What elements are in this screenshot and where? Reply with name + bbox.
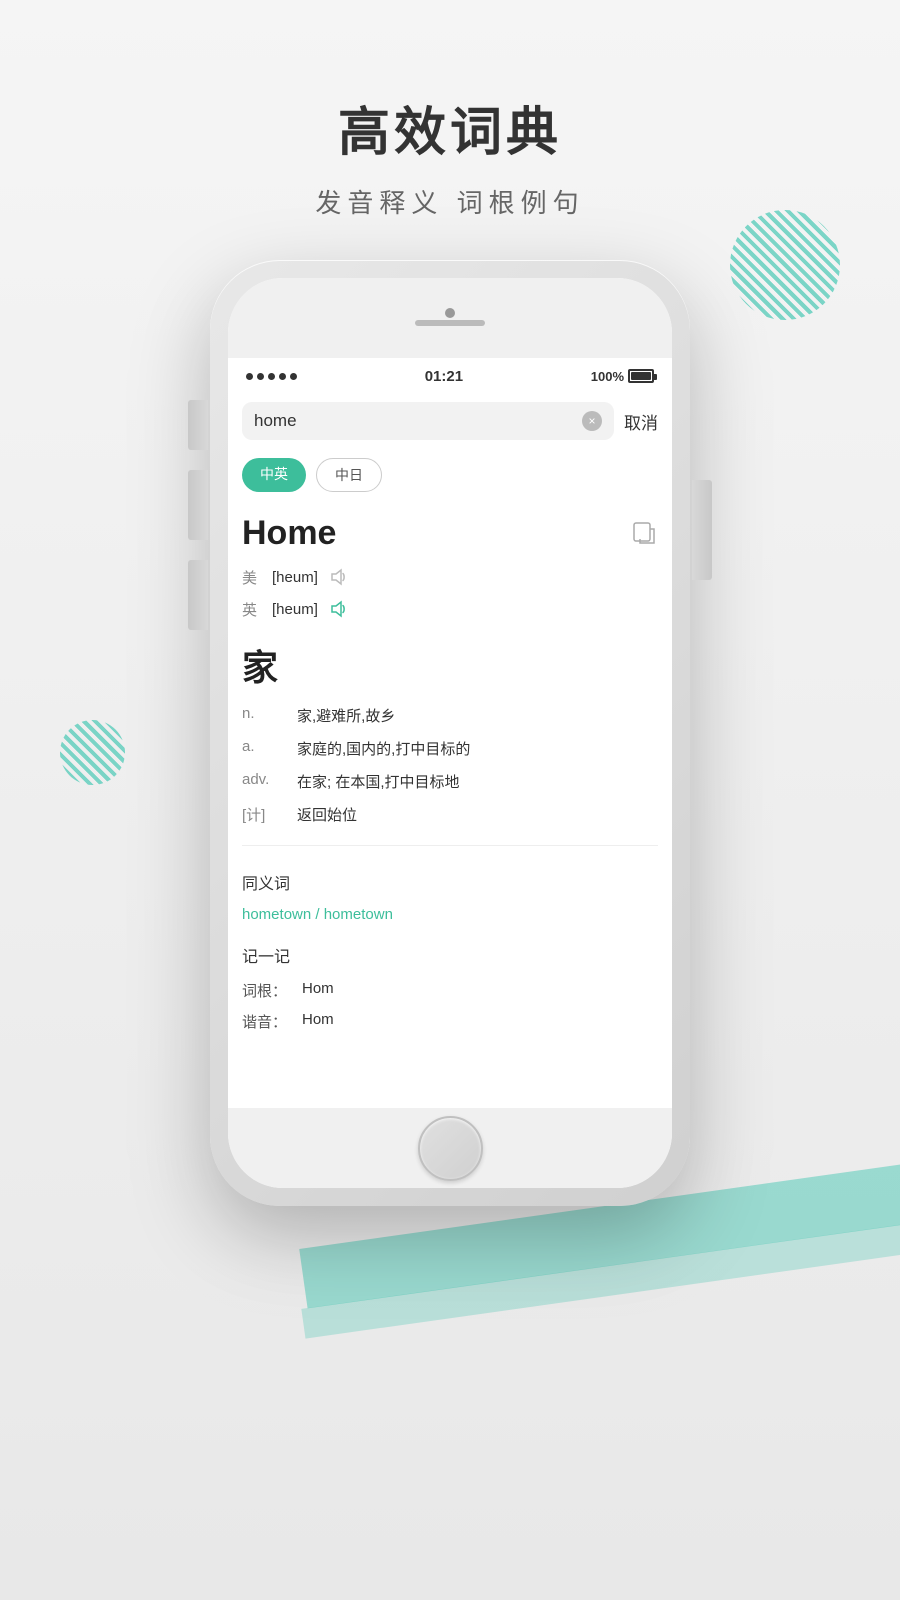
earpiece bbox=[415, 320, 485, 326]
phone-bottom bbox=[228, 1108, 672, 1188]
phone-screen-area: 01:21 100% home × 取消 bbox=[228, 278, 672, 1188]
battery-percentage: 100% bbox=[591, 369, 624, 384]
def-type-noun: n. bbox=[242, 705, 297, 726]
phone-button-vol-up bbox=[188, 470, 208, 540]
divider bbox=[242, 845, 658, 846]
signal-bars bbox=[246, 373, 297, 380]
tab-chinese-english[interactable]: 中英 bbox=[242, 458, 306, 492]
home-button[interactable] bbox=[418, 1116, 483, 1181]
play-us-audio-button[interactable] bbox=[328, 566, 350, 588]
page-title: 高效词典 bbox=[0, 90, 900, 165]
sound-value: Hom bbox=[302, 1011, 334, 1032]
chinese-translation: 家 bbox=[242, 625, 658, 699]
pronunciation-uk: 英 [heum] bbox=[242, 593, 658, 625]
def-type-adj: a. bbox=[242, 738, 297, 759]
def-type-adv: adv. bbox=[242, 771, 297, 792]
play-uk-audio-button[interactable] bbox=[328, 598, 350, 620]
pron-label-uk: 英 bbox=[242, 599, 262, 620]
synonyms-title: 同义词 bbox=[242, 860, 658, 902]
def-text-adj: 家庭的,国内的,打中目标的 bbox=[297, 738, 658, 759]
def-noun: n. 家,避难所,故乡 bbox=[242, 699, 658, 732]
phone-button-vol-down bbox=[188, 560, 208, 630]
def-type-comp: [计] bbox=[242, 804, 297, 825]
sound-label: 谐音： bbox=[242, 1011, 302, 1032]
def-adj: a. 家庭的,国内的,打中目标的 bbox=[242, 732, 658, 765]
share-icon[interactable] bbox=[632, 521, 658, 547]
def-comp: [计] 返回始位 bbox=[242, 798, 658, 831]
search-input[interactable]: home bbox=[254, 411, 297, 431]
headword: Home bbox=[242, 514, 336, 553]
lang-tabs: 中英 中日 bbox=[228, 448, 672, 502]
def-text-comp: 返回始位 bbox=[297, 804, 658, 825]
phone-earpiece-area bbox=[228, 278, 672, 358]
clear-search-button[interactable]: × bbox=[582, 411, 602, 431]
pron-text-us: [heum] bbox=[272, 569, 318, 586]
search-bar-area: home × 取消 bbox=[228, 394, 672, 448]
synonym-links[interactable]: hometown / hometown bbox=[242, 902, 658, 933]
phone-outer: 01:21 100% home × 取消 bbox=[210, 260, 690, 1206]
status-time: 01:21 bbox=[425, 368, 463, 385]
status-bar: 01:21 100% bbox=[228, 358, 672, 394]
tab-chinese-japanese[interactable]: 中日 bbox=[316, 458, 382, 492]
phone-screen: 01:21 100% home × 取消 bbox=[228, 358, 672, 1108]
def-text-noun: 家,避难所,故乡 bbox=[297, 705, 658, 726]
memory-title: 记一记 bbox=[242, 933, 658, 975]
phone-frame: 01:21 100% home × 取消 bbox=[210, 260, 690, 1206]
pron-text-uk: [heum] bbox=[272, 601, 318, 618]
def-adv: adv. 在家; 在本国,打中目标地 bbox=[242, 765, 658, 798]
word-header: Home bbox=[242, 502, 658, 561]
phone-button-silent bbox=[188, 400, 208, 450]
word-root-row: 词根： Hom bbox=[242, 975, 658, 1006]
pronunciation-us: 美 [heum] bbox=[242, 561, 658, 593]
def-text-adv: 在家; 在本国,打中目标地 bbox=[297, 771, 658, 792]
sound-row: 谐音： Hom bbox=[242, 1006, 658, 1037]
page-subtitle: 发音释义 词根例句 bbox=[0, 183, 900, 220]
dict-content: Home 美 [heum] bbox=[228, 502, 672, 1037]
pron-label-us: 美 bbox=[242, 567, 262, 588]
battery-icon bbox=[628, 369, 654, 383]
cancel-search-button[interactable]: 取消 bbox=[624, 409, 658, 434]
search-input-wrap[interactable]: home × bbox=[242, 402, 614, 440]
phone-button-power bbox=[692, 480, 712, 580]
front-camera-dot bbox=[445, 308, 455, 318]
deco-circle-large bbox=[730, 210, 840, 320]
deco-circle-small bbox=[60, 720, 125, 785]
word-root-value: Hom bbox=[302, 980, 334, 1001]
title-area: 高效词典 发音释义 词根例句 bbox=[0, 90, 900, 220]
word-root-label: 词根： bbox=[242, 980, 302, 1001]
status-battery: 100% bbox=[591, 369, 654, 384]
